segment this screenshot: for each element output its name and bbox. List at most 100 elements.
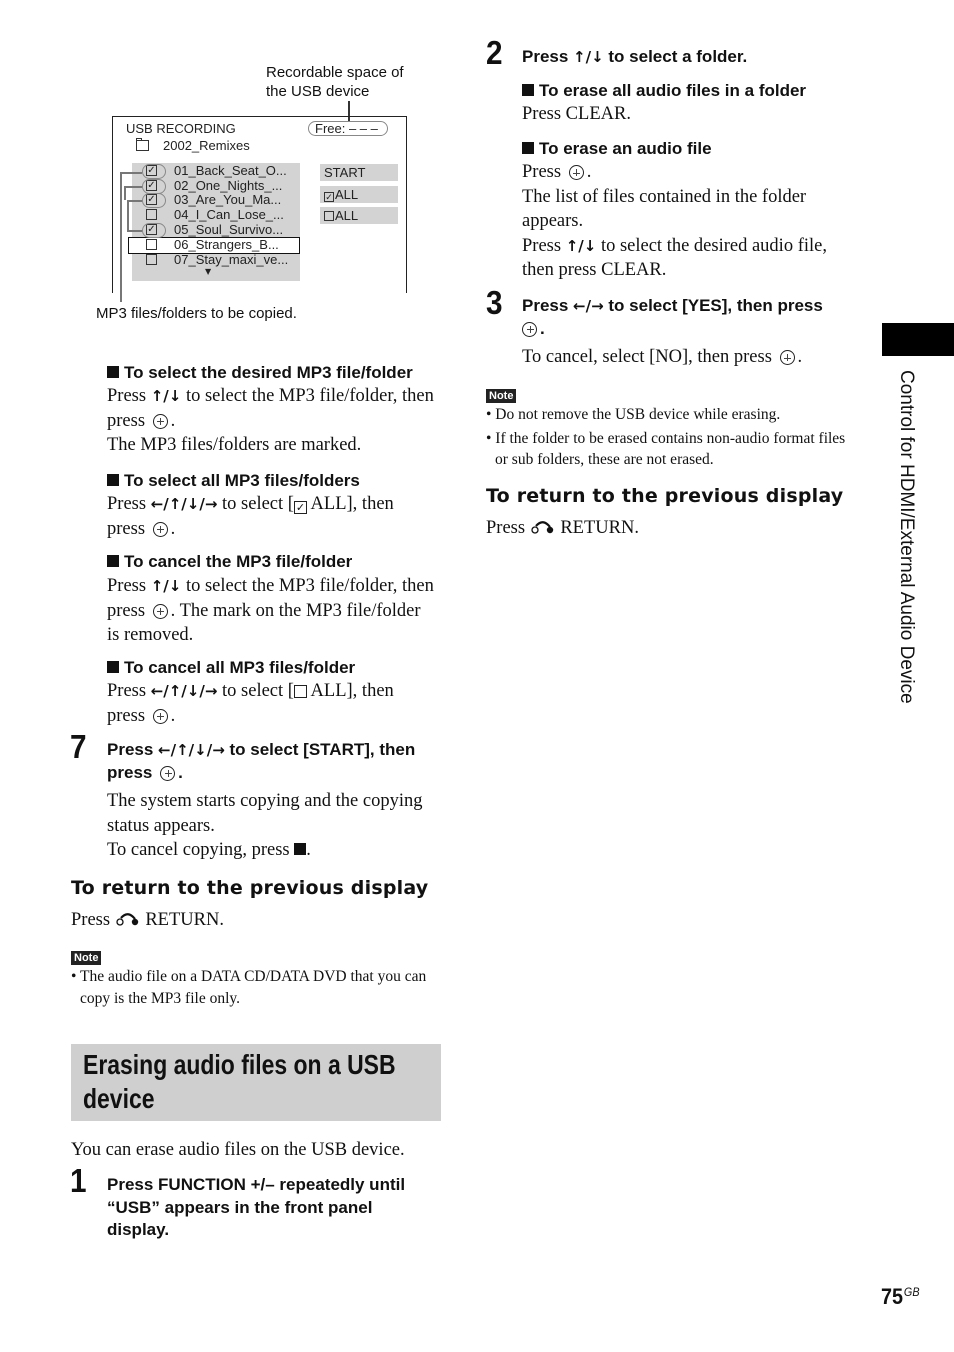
- text: press: [107, 518, 146, 539]
- arrow-up-down-icon: ↑/↓: [150, 577, 182, 595]
- line: .: [522, 318, 862, 341]
- square-bullet-icon: [107, 661, 119, 673]
- step-2-instruction: Press ↑/↓ to select a folder.: [522, 46, 747, 69]
- note-item: • Do not remove the USB device while era…: [486, 406, 781, 423]
- arrow-up-down-icon: ↑/↓: [150, 387, 182, 405]
- text: To cancel, select [NO], then press: [522, 347, 772, 367]
- bracket-tick: [120, 172, 142, 174]
- note-badge-left: Note: [71, 948, 102, 966]
- text: to select [START], then: [224, 740, 416, 759]
- text: Press: [522, 235, 566, 256]
- enter-button-icon: [152, 708, 168, 724]
- callout-recordable-space: Recordable space of the USB device: [266, 63, 404, 101]
- uncheck-all-option[interactable]: ALL: [320, 207, 398, 224]
- return-body-left: Press RETURN.: [71, 908, 224, 933]
- erase-all-body: Press CLEAR.: [522, 104, 631, 124]
- note-badge-right: Note: [486, 386, 517, 404]
- bracket-tick: [124, 186, 142, 188]
- file-name: 05_Soul_Survivo...: [174, 222, 284, 237]
- text: then press CLEAR.: [522, 260, 667, 280]
- section-title: Erasing audio files on a USB device: [83, 1048, 396, 1116]
- bracket-tick: [127, 230, 142, 232]
- checkbox-checked-icon: ✓: [324, 192, 334, 202]
- text: The MP3 files/folders are marked.: [107, 435, 362, 455]
- bracket-leader-line: [120, 172, 122, 302]
- text: press: [107, 600, 146, 621]
- stop-button-icon: [294, 843, 307, 855]
- line: To cancel copying, press .: [107, 840, 311, 860]
- enter-button-icon: [152, 413, 168, 429]
- text: RETURN.: [560, 518, 639, 538]
- checkbox-unchecked[interactable]: [146, 239, 157, 250]
- checkbox-empty-icon: [293, 685, 307, 698]
- arrow-up-down-icon: ↑/↓: [565, 236, 597, 255]
- text: to select a folder.: [603, 47, 748, 66]
- text: is removed.: [107, 625, 194, 645]
- note-item: • If the folder to be erased contains no…: [486, 429, 846, 469]
- chapter-tab-label: Control for HDMI/External Audio Device: [896, 370, 917, 704]
- text: Press: [107, 576, 151, 596]
- text: Press: [522, 47, 574, 66]
- text: to select [: [217, 681, 294, 701]
- heading-text: To erase all audio files in a folder: [539, 81, 807, 100]
- section-banner: Erasing audio files on a USB device: [71, 1044, 441, 1121]
- enter-button-icon: [522, 321, 537, 337]
- arrow-four-way-icon: ←/↑/↓/→: [158, 741, 225, 759]
- file-name: 03_Are_You_Ma...: [174, 192, 282, 207]
- line: press .: [107, 410, 176, 431]
- subheading-select-all: To select all MP3 files/folders: [107, 470, 360, 492]
- line: Press .: [522, 162, 592, 182]
- line: Press ↑/↓ to select the desired audio fi…: [522, 234, 862, 259]
- bracket-tick: [124, 186, 126, 200]
- text: Press: [107, 494, 151, 514]
- text: Press: [522, 162, 562, 182]
- text: Press: [107, 681, 151, 701]
- checkbox-unchecked[interactable]: [146, 254, 157, 265]
- heading-text: To cancel all MP3 files/folder: [124, 658, 356, 677]
- text: to select the desired audio file,: [596, 235, 827, 256]
- page-region-suffix: GB: [903, 1285, 920, 1299]
- square-bullet-icon: [522, 142, 534, 154]
- page-number-value: 75: [881, 1284, 904, 1309]
- file-row-selected[interactable]: 06_Strangers_B...: [128, 237, 300, 254]
- text: press: [107, 762, 153, 782]
- note-list-right: • Do not remove the USB device while era…: [486, 404, 856, 471]
- text: Press: [71, 910, 111, 930]
- title-line: Erasing audio files on a USB: [83, 1049, 396, 1080]
- folder-name: 2002_Remixes: [163, 138, 250, 153]
- step-1-instruction: Press FUNCTION +/– repeatedly until “USB…: [107, 1174, 447, 1242]
- file-row[interactable]: 04_I_Can_Lose_...: [132, 208, 300, 223]
- arrow-four-way-icon: ←/↑/↓/→: [150, 682, 218, 700]
- highlight-circle: [142, 193, 166, 208]
- checkbox-unchecked[interactable]: [146, 209, 157, 220]
- enter-button-icon: [160, 765, 176, 781]
- file-row[interactable]: 07_Stay_maxi_ve...: [132, 253, 300, 268]
- square-bullet-icon: [107, 366, 119, 378]
- text: to select [YES], then press: [603, 296, 823, 315]
- step-number-1: 1: [70, 1162, 87, 1199]
- checkbox-checked-icon: ✓: [293, 501, 307, 514]
- subheading-select-file: To select the desired MP3 file/folder: [107, 362, 413, 384]
- note-label: Note: [71, 951, 102, 965]
- section-heading-return-right: To return to the previous display: [486, 485, 844, 507]
- free-space-readout: Free: – – –: [315, 121, 378, 136]
- line: Press ←/→ to select [YES], then press: [522, 295, 862, 318]
- start-option[interactable]: START: [320, 164, 398, 181]
- check-all-option[interactable]: ✓ ALL: [320, 186, 398, 203]
- file-name: 04_I_Can_Lose_...: [174, 207, 284, 222]
- cancel-file-body: Press ↑/↓ to select the MP3 file/folder,…: [107, 574, 447, 648]
- arrow-left-right-icon: ←/→: [573, 297, 604, 315]
- line: Press ↑/↓ to select the MP3 file/folder,…: [107, 384, 447, 409]
- scroll-down-icon[interactable]: ▼: [205, 267, 211, 276]
- text: to select the MP3 file/folder, then: [181, 386, 434, 406]
- file-name: 01_Back_Seat_O...: [174, 163, 287, 178]
- line: Press FUNCTION +/– repeatedly until: [107, 1175, 406, 1194]
- text: ALL], then: [306, 494, 394, 514]
- heading-text: To select the desired MP3 file/folder: [124, 363, 413, 382]
- file-name: 06_Strangers_B...: [174, 237, 279, 252]
- line: display.: [107, 1220, 170, 1239]
- line: press .: [107, 518, 176, 539]
- subheading-erase-one: To erase an audio file: [522, 138, 712, 160]
- step-7-instruction: Press ←/↑/↓/→ to select [START], then pr…: [107, 739, 447, 784]
- enter-button-icon: [568, 165, 584, 180]
